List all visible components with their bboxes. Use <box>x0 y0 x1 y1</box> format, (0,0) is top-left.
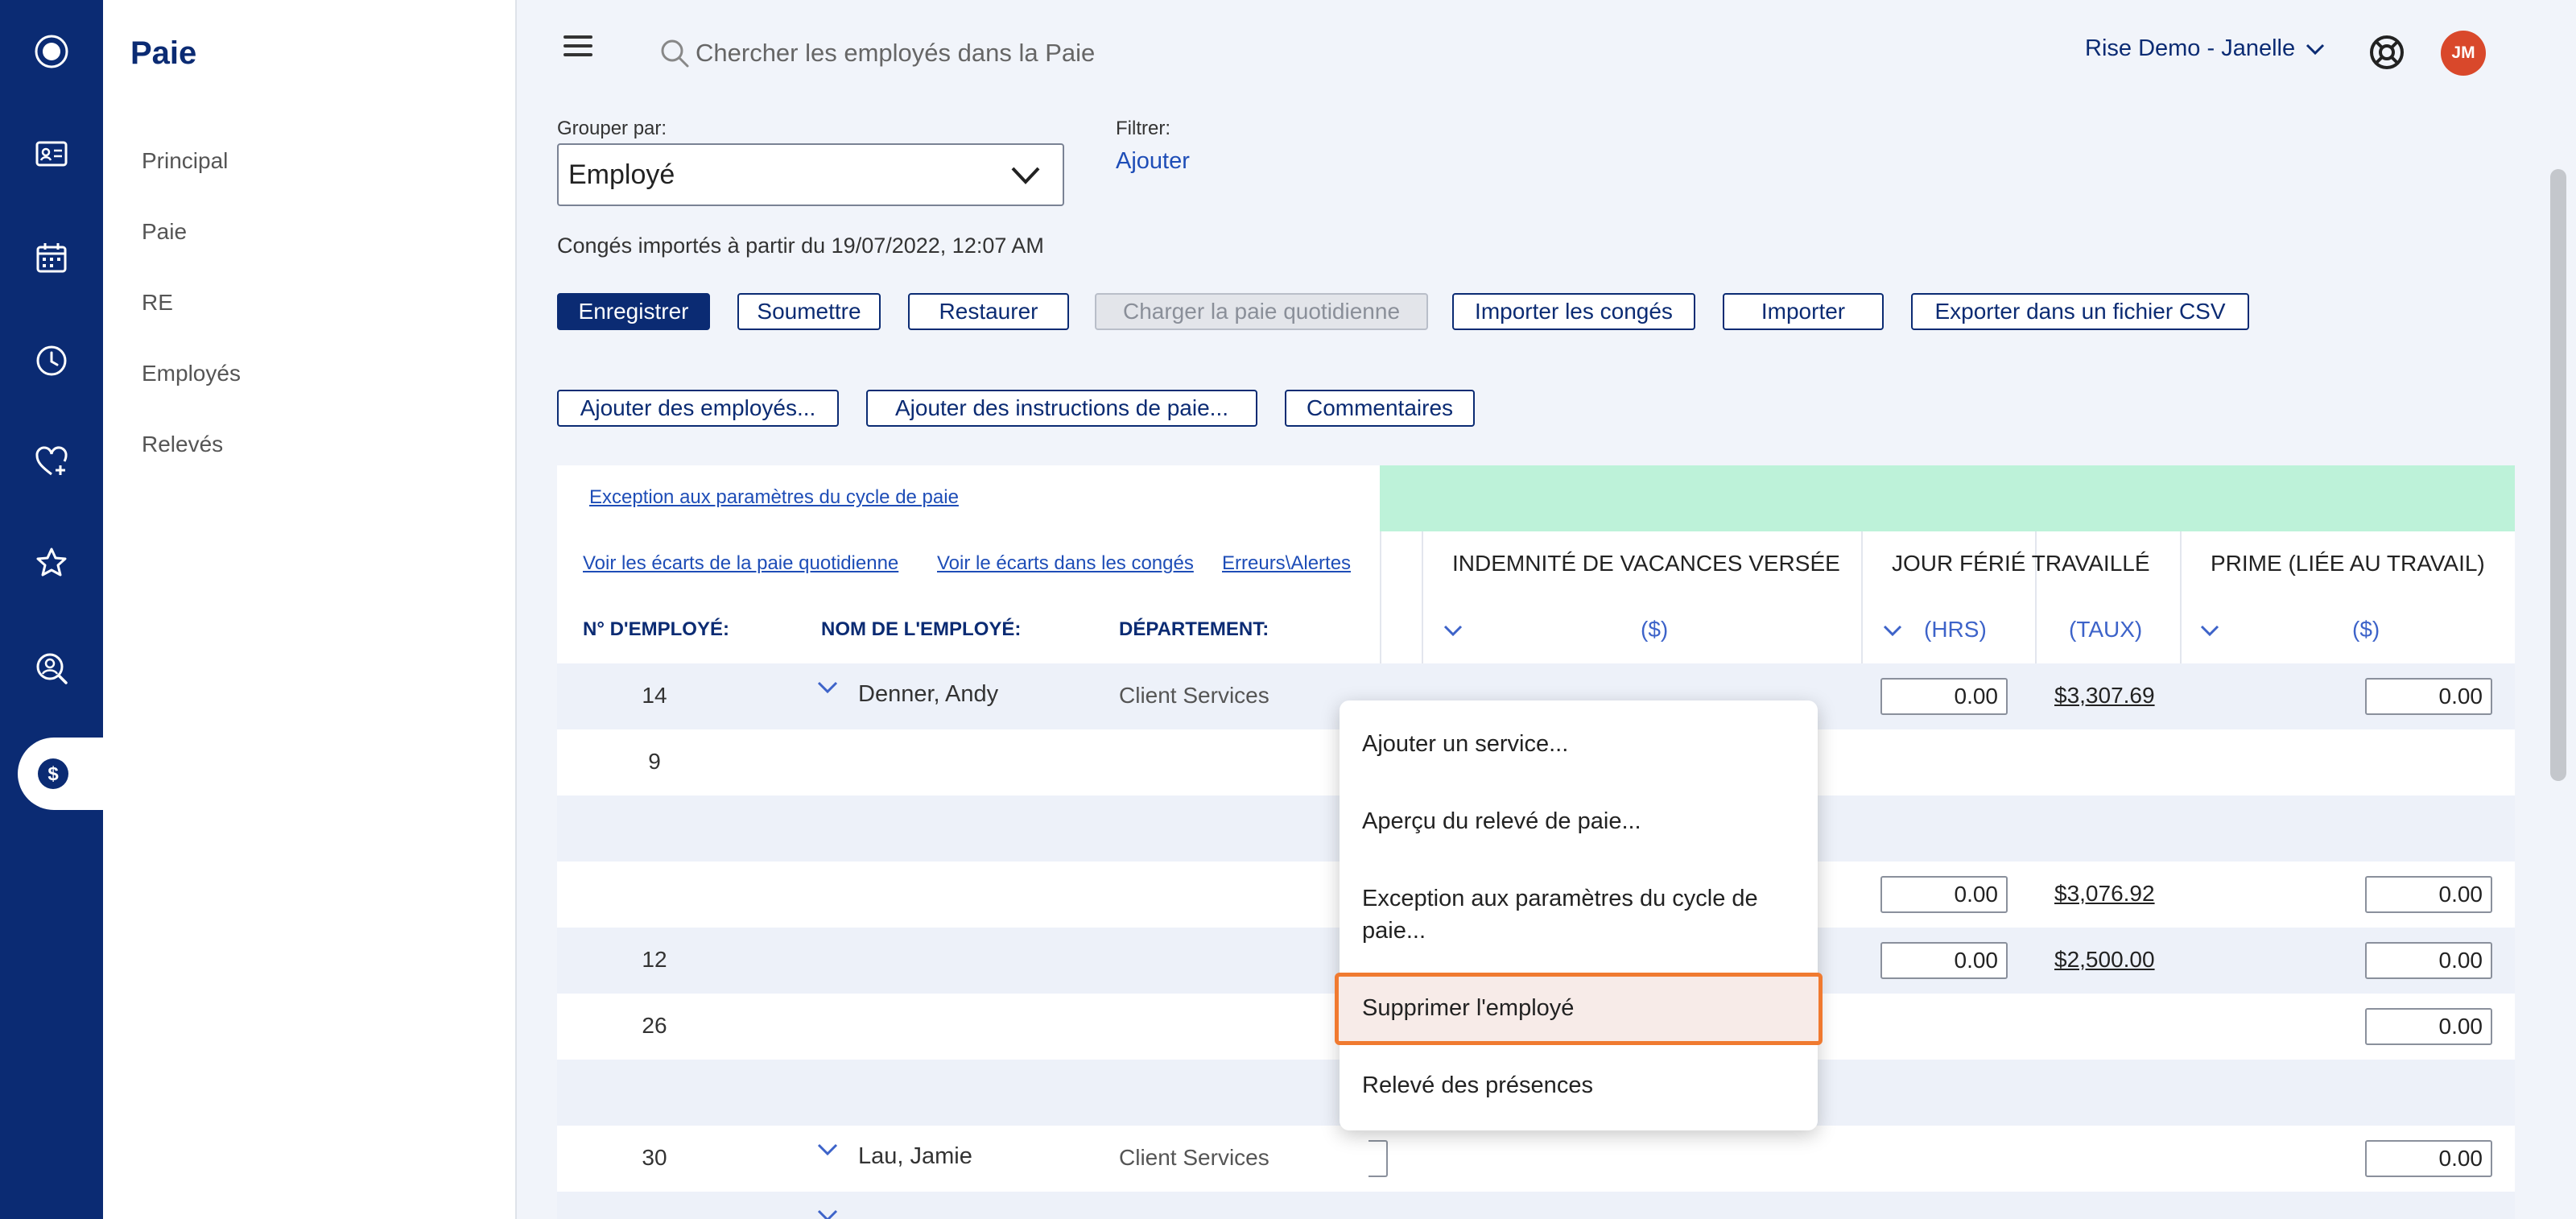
holiday-rate-subheader: (TAUX) <box>2069 617 2143 642</box>
holiday-rate-link[interactable]: $3,076.92 <box>2054 881 2155 907</box>
bonus-input[interactable]: 0.00 <box>2365 1140 2492 1177</box>
add-pay-instructions-button[interactable]: Ajouter des instructions de paie... <box>866 390 1257 427</box>
vertical-scrollbar[interactable] <box>2550 169 2566 781</box>
menu-item-attendance-report[interactable]: Relevé des présences <box>1362 1069 1797 1101</box>
menu-item-add-service[interactable]: Ajouter un service... <box>1362 728 1797 760</box>
sidebar-title: Paie <box>130 35 197 71</box>
import-button[interactable]: Importer <box>1723 293 1884 330</box>
employee-context-menu: Ajouter un service... Aperçu du relevé d… <box>1335 700 1823 1130</box>
bonus-input[interactable]: 0.00 <box>2365 1008 2492 1045</box>
help-lifebuoy-icon[interactable] <box>2367 32 2407 72</box>
daily-gaps-link[interactable]: Voir les écarts de la paie quotidienne <box>583 552 898 575</box>
payroll-app: $ Paie Principal Paie RE Employés Relevé… <box>0 0 2576 1219</box>
export-csv-button[interactable]: Exporter dans un fichier CSV <box>1911 293 2249 330</box>
emp-no-cell: 12 <box>642 947 667 972</box>
main-content: Rise Demo - Janelle JM Grouper par: Empl… <box>517 0 2576 1219</box>
menu-item-pay-stub-preview[interactable]: Aperçu du relevé de paie... <box>1362 805 1797 837</box>
sidebar-item-paie[interactable]: Paie <box>142 219 187 245</box>
holiday-hours-input[interactable]: 0.00 <box>1880 942 2008 979</box>
leave-gaps-link[interactable]: Voir le écarts dans les congés <box>937 552 1194 575</box>
chevron-down-icon[interactable] <box>1882 623 1903 638</box>
load-daily-pay-button[interactable]: Charger la paie quotidienne <box>1095 293 1428 330</box>
bonus-dollars-subheader: ($) <box>2352 617 2380 642</box>
filter-add-link[interactable]: Ajouter <box>1116 148 1190 175</box>
comments-button[interactable]: Commentaires <box>1285 390 1475 427</box>
emp-no-cell: 30 <box>642 1145 667 1170</box>
add-employees-button[interactable]: Ajouter des employés... <box>557 390 839 427</box>
department-cell: Client Services <box>1119 1145 1269 1170</box>
group-by-label: Grouper par: <box>557 118 667 139</box>
group-by-value: Employé <box>568 159 675 190</box>
holiday-worked-header: JOUR FÉRIÉ TRAVAILLÉ <box>1892 551 2150 576</box>
payroll-dollar-icon[interactable]: $ <box>34 754 72 793</box>
filter-label: Filtrer: <box>1116 118 1170 139</box>
errors-alerts-link[interactable]: Erreurs\Alertes <box>1222 552 1351 575</box>
top-bar: Rise Demo - Janelle JM <box>517 0 2576 105</box>
holiday-rate-link[interactable]: $3,307.69 <box>2054 683 2155 709</box>
user-name: Rise Demo - Janelle <box>2085 35 2296 61</box>
emp-no-cell: 26 <box>642 1013 667 1038</box>
menu-icon[interactable] <box>564 35 592 58</box>
chevron-down-icon[interactable] <box>816 1208 839 1219</box>
app-rail: $ <box>0 0 103 1219</box>
holiday-hours-subheader: (HRS) <box>1924 617 1987 642</box>
sidebar-item-releves[interactable]: Relevés <box>142 432 223 457</box>
chevron-down-icon <box>1011 167 1040 184</box>
heart-plus-icon[interactable] <box>32 443 71 481</box>
id-card-icon[interactable] <box>32 134 71 173</box>
emp-no-cell: 14 <box>642 683 667 708</box>
bonus-input[interactable]: 0.00 <box>2365 942 2492 979</box>
menu-item-delete-employee[interactable]: Supprimer l'employé <box>1362 992 1797 1024</box>
table-row[interactable] <box>557 1192 2515 1219</box>
holiday-hours-input[interactable]: 0.00 <box>1880 678 2008 715</box>
import-note: Congés importés à partir du 19/07/2022, … <box>557 233 1044 258</box>
department-cell: Client Services <box>1119 683 1269 708</box>
clock-icon[interactable] <box>32 341 71 380</box>
cycle-exception-link[interactable]: Exception aux paramètres du cycle de pai… <box>589 486 959 509</box>
vacation-pay-header: INDEMNITÉ DE VACANCES VERSÉE <box>1452 551 1840 576</box>
calendar-icon[interactable] <box>32 238 71 277</box>
emp-name-cell: Denner, Andy <box>858 681 999 707</box>
bonus-input[interactable]: 0.00 <box>2365 876 2492 913</box>
emp-name-cell: Lau, Jamie <box>858 1143 972 1169</box>
import-leave-button[interactable]: Importer les congés <box>1452 293 1695 330</box>
vacation-dollars-subheader: ($) <box>1641 617 1669 642</box>
search-input[interactable] <box>696 32 1420 74</box>
grid-header-band <box>1380 465 2515 531</box>
emp-no-cell: 9 <box>648 749 661 774</box>
vacation-input-stub[interactable] <box>1368 1140 1388 1177</box>
logo-icon[interactable] <box>32 32 71 71</box>
bonus-header: PRIME (LIÉE AU TRAVAIL) <box>2211 551 2485 576</box>
chevron-down-icon[interactable] <box>2199 623 2220 638</box>
department-header[interactable]: DÉPARTEMENT: <box>1119 618 1269 641</box>
avatar[interactable]: JM <box>2441 31 2486 76</box>
holiday-rate-link[interactable]: $2,500.00 <box>2054 947 2155 973</box>
sidebar-item-employes[interactable]: Employés <box>142 361 241 386</box>
save-button[interactable]: Enregistrer <box>557 293 710 330</box>
star-badge-icon[interactable] <box>32 544 71 583</box>
table-row[interactable]: 30 Lau, Jamie Client Services 0.00 <box>557 1126 2515 1192</box>
sidebar-item-re[interactable]: RE <box>142 290 173 316</box>
user-menu[interactable]: Rise Demo - Janelle <box>2085 35 2326 62</box>
menu-item-cycle-exception[interactable]: Exception aux paramètres du cycle de pai… <box>1362 882 1797 947</box>
bonus-input[interactable]: 0.00 <box>2365 678 2492 715</box>
svg-text:$: $ <box>47 763 59 785</box>
emp-no-header[interactable]: N° D'EMPLOYÉ: <box>583 618 729 641</box>
chevron-down-icon <box>2306 43 2325 55</box>
submit-button[interactable]: Soumettre <box>737 293 881 330</box>
holiday-hours-input[interactable]: 0.00 <box>1880 876 2008 913</box>
search-icon <box>661 39 689 68</box>
sidebar-item-principal[interactable]: Principal <box>142 148 228 174</box>
person-search-icon[interactable] <box>32 649 71 688</box>
chevron-down-icon[interactable] <box>816 1142 839 1158</box>
restore-button[interactable]: Restaurer <box>908 293 1069 330</box>
chevron-down-icon[interactable] <box>1443 623 1463 638</box>
rail-active-tab[interactable]: $ <box>18 738 103 810</box>
payroll-sidebar: Paie Principal Paie RE Employés Relevés <box>103 0 517 1219</box>
group-by-select[interactable]: Employé <box>557 143 1064 206</box>
chevron-down-icon[interactable] <box>816 680 839 696</box>
emp-name-header[interactable]: NOM DE L'EMPLOYÉ: <box>821 618 1021 641</box>
